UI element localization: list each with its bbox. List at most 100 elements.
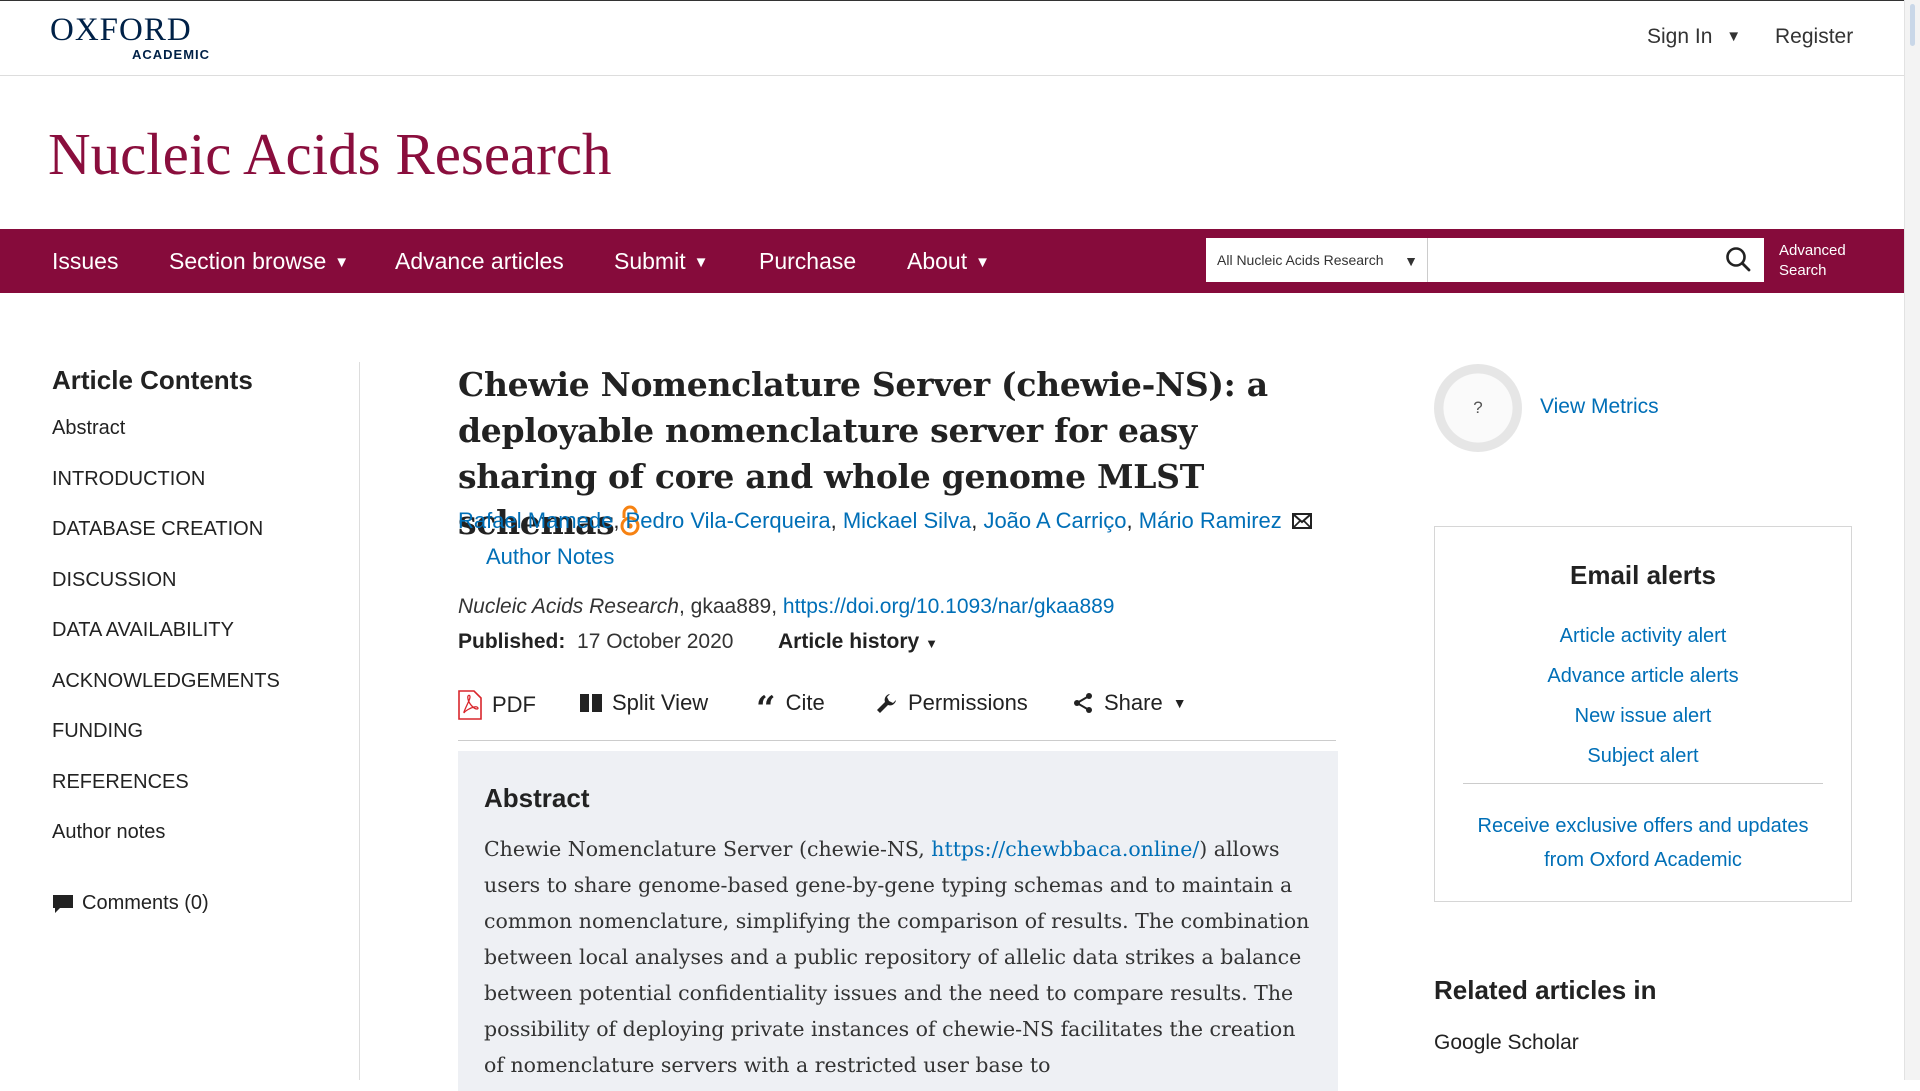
nav-issues[interactable]: Issues: [52, 229, 118, 293]
search-icon: [1726, 247, 1751, 272]
oxford-academic-logo[interactable]: OXFORD ACADEMIC: [50, 13, 220, 63]
article-history-toggle[interactable]: Article history ▼: [778, 630, 938, 654]
advanced-search-line2: Search: [1779, 262, 1827, 279]
toc-item-discussion[interactable]: DISCUSSION: [52, 569, 352, 620]
published-label: Published:: [458, 630, 566, 653]
author-link[interactable]: João A Carriço: [983, 508, 1126, 533]
email-alerts-title: Email alerts: [1570, 560, 1716, 590]
view-metrics-link[interactable]: View Metrics: [1540, 395, 1659, 419]
main-nav: Issues Section browse ▼ Advance articles …: [0, 229, 1904, 293]
doi-link[interactable]: https://doi.org/10.1093/nar/gkaa889: [783, 595, 1115, 618]
top-bar: OXFORD ACADEMIC Sign In ▼ Register: [0, 0, 1904, 76]
author-link[interactable]: Pedro Vila-Cerqueira: [626, 508, 831, 533]
exclusive-offers-link[interactable]: Receive exclusive offers and updates fro…: [1455, 809, 1831, 877]
register-link[interactable]: Register: [1775, 25, 1853, 49]
journal-title[interactable]: Nucleic Acids Research: [48, 120, 612, 189]
related-articles-title: Related articles in: [1434, 975, 1657, 1005]
altmetric-badge[interactable]: ?: [1434, 364, 1522, 452]
toc-item-introduction[interactable]: INTRODUCTION: [52, 468, 352, 519]
logo-wordmark: OXFORD: [50, 12, 192, 48]
caret-down-icon: ▼: [1726, 28, 1742, 45]
toc-item-references[interactable]: REFERENCES: [52, 771, 352, 822]
search-button[interactable]: [1722, 243, 1756, 277]
abstract-section: Abstract Chewie Nomenclature Server (che…: [458, 751, 1338, 1091]
abstract-text: Chewie Nomenclature Server (chewie-NS, h…: [484, 831, 1314, 1083]
cite-label: Cite: [785, 690, 825, 715]
toc-item-funding[interactable]: FUNDING: [52, 720, 352, 771]
caret-down-icon: ▼: [975, 254, 990, 271]
advance-article-alerts-link[interactable]: Advance article alerts: [1435, 665, 1851, 688]
abstract-heading: Abstract: [484, 783, 590, 813]
nav-label: Advance articles: [395, 248, 564, 274]
article-contents-title: Article Contents: [52, 365, 253, 395]
journal-name: Nucleic Acids Research: [458, 595, 679, 618]
pdf-label: PDF: [492, 692, 536, 717]
nav-purchase[interactable]: Purchase: [759, 229, 856, 293]
author-link[interactable]: Mário Ramirez: [1139, 508, 1282, 533]
caret-down-icon: ▼: [693, 254, 709, 271]
advanced-search-link[interactable]: Advanced Search: [1779, 241, 1846, 281]
nav-label: Submit: [614, 248, 686, 274]
sign-in-button[interactable]: Sign In ▼: [1647, 25, 1741, 49]
article-history-label: Article history: [778, 630, 920, 653]
sign-in-label: Sign In: [1647, 25, 1713, 48]
wrench-icon: [877, 694, 896, 713]
toc-item-database-creation[interactable]: DATABASE CREATION: [52, 518, 352, 569]
nav-label: About: [907, 248, 968, 274]
caret-down-icon: ▼: [1172, 695, 1187, 711]
comments-label: Comments (0): [82, 892, 209, 914]
new-issue-alert-link[interactable]: New issue alert: [1435, 705, 1851, 728]
article-toolbar: PDF Split View “ Cite Permissions Share …: [458, 690, 1336, 741]
toc-item-author-notes[interactable]: Author notes: [52, 821, 352, 872]
author-notes-link[interactable]: Author Notes: [486, 544, 614, 570]
abstract-text-rest: ) allows users to share genome-based gen…: [484, 837, 1310, 1077]
nav-label: Section browse: [169, 248, 327, 274]
google-scholar-link[interactable]: Google Scholar: [1434, 1031, 1579, 1055]
article-main: Chewie Nomenclature Server (chewie-NS): …: [458, 362, 1338, 1091]
nav-advance-articles[interactable]: Advance articles: [395, 229, 564, 293]
search-input[interactable]: [1428, 238, 1764, 282]
email-alerts-panel: Email alerts Article activity alert Adva…: [1434, 526, 1852, 902]
sidebar-divider: [359, 362, 360, 1080]
split-view-button[interactable]: Split View: [580, 690, 708, 716]
toc-item-data-availability[interactable]: DATA AVAILABILITY: [52, 619, 352, 670]
article-contents-sidebar: Article Contents Abstract INTRODUCTION D…: [52, 365, 352, 872]
caret-down-icon: ▼: [1404, 253, 1418, 269]
nav-section-browse[interactable]: Section browse ▼: [169, 229, 349, 293]
share-icon: [1074, 693, 1092, 713]
search-scope-label: All Nucleic Acids Research: [1217, 252, 1384, 268]
author-link[interactable]: Mickael Silva: [843, 508, 971, 533]
author-list: Rafael Mamede, Pedro Vila-Cerqueira, Mic…: [458, 508, 1312, 535]
subject-alert-link[interactable]: Subject alert: [1435, 745, 1851, 768]
toc-item-acknowledgements[interactable]: ACKNOWLEDGEMENTS: [52, 670, 352, 721]
article-id: , gkaa889,: [678, 595, 783, 618]
email-icon[interactable]: [1291, 509, 1312, 535]
scrollbar-thumb[interactable]: [1910, 4, 1915, 46]
share-button[interactable]: Share ▼: [1072, 690, 1187, 716]
nav-label: Issues: [52, 248, 119, 274]
permissions-button[interactable]: Permissions: [876, 690, 1028, 716]
article-activity-alert-link[interactable]: Article activity alert: [1435, 625, 1851, 648]
cite-button[interactable]: “ Cite: [756, 690, 825, 726]
citation-line: Nucleic Acids Research, gkaa889, https:/…: [458, 595, 1115, 619]
quote-icon: “: [756, 689, 776, 729]
nav-submit[interactable]: Submit ▼: [614, 229, 708, 293]
advanced-search-line1: Advanced: [1779, 242, 1846, 259]
search-scope-select[interactable]: All Nucleic Acids Research ▼: [1206, 238, 1428, 282]
toc-item-abstract[interactable]: Abstract: [52, 417, 352, 468]
nav-label: Purchase: [759, 248, 857, 274]
comment-icon: [53, 894, 73, 913]
offers-line2: from Oxford Academic: [1544, 849, 1742, 871]
split-view-icon: [580, 694, 602, 712]
author-link[interactable]: Rafael Mamede: [458, 508, 613, 533]
abstract-text-start: Chewie Nomenclature Server (chewie-NS,: [484, 837, 932, 861]
nav-about[interactable]: About ▼: [907, 229, 990, 293]
pdf-button[interactable]: PDF: [458, 690, 536, 720]
divider: [1463, 783, 1823, 784]
altmetric-score: ?: [1473, 398, 1483, 417]
comments-link[interactable]: Comments (0): [52, 892, 209, 915]
permissions-label: Permissions: [908, 690, 1028, 715]
chewbbaca-link[interactable]: https://chewbbaca.online/: [931, 837, 1199, 861]
scrollbar[interactable]: [1904, 0, 1920, 1080]
caret-down-icon: ▼: [334, 254, 350, 271]
